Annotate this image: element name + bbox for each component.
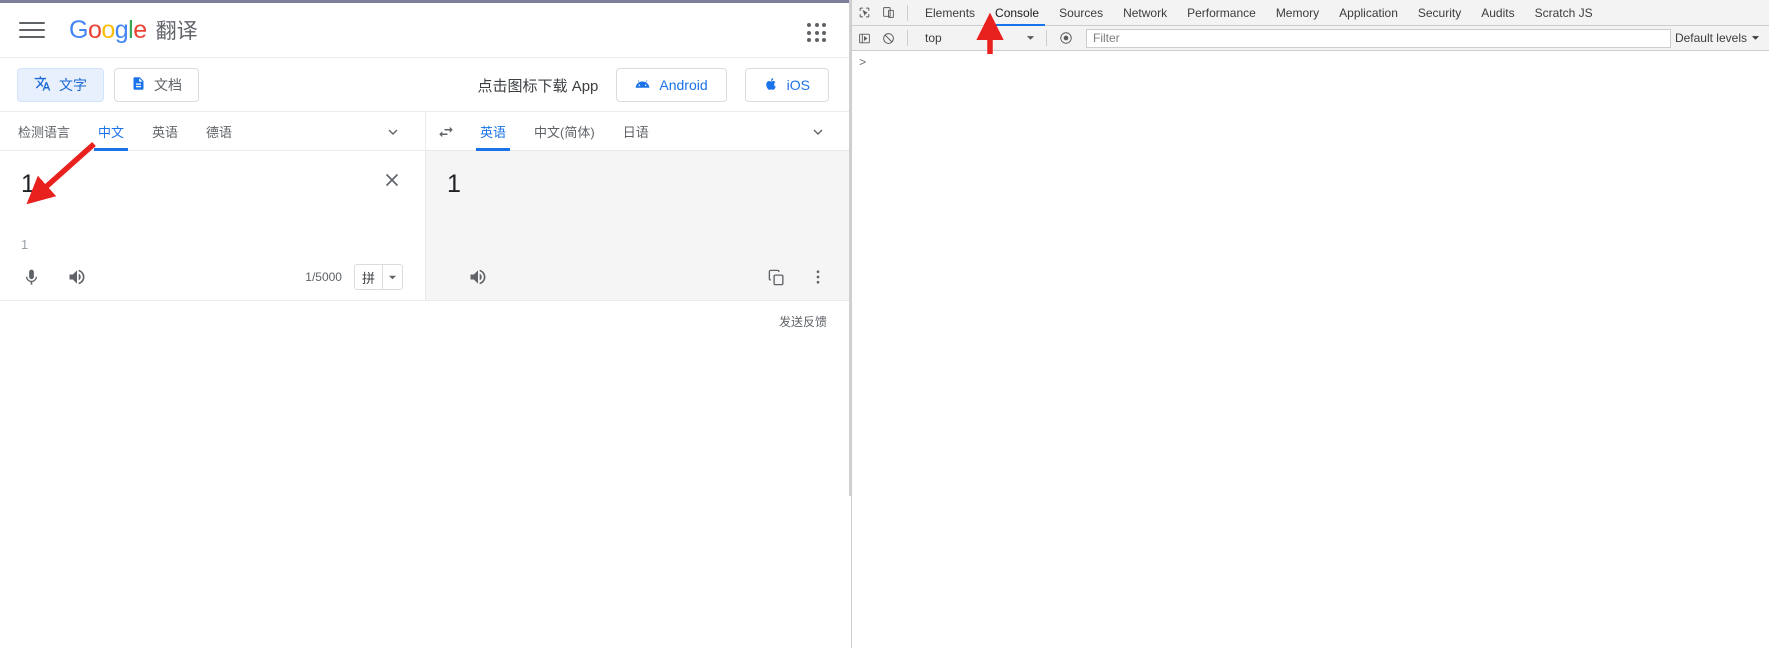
tab-memory[interactable]: Memory <box>1266 0 1329 26</box>
tab-sources[interactable]: Sources <box>1049 0 1113 26</box>
source-tab-english[interactable]: 英语 <box>138 112 192 151</box>
character-counter: 1/5000 <box>305 270 342 284</box>
console-prompt-row[interactable]: > <box>852 54 1769 72</box>
translation-panes: 1 1 1/5000 拼 1 <box>0 151 851 300</box>
language-tabs-bar: 检测语言 中文 英语 德语 英语 中文(简体) 日语 <box>0 111 851 151</box>
hamburger-icon[interactable] <box>19 17 45 43</box>
devtools-tab-bar: Elements Console Sources Network Perform… <box>852 0 1769 26</box>
mode-and-download-row: 文字 文档 点击图标下载 App Android iOS <box>0 59 851 111</box>
close-icon[interactable] <box>381 169 403 191</box>
mode-tab-document[interactable]: 文档 <box>114 68 199 102</box>
microphone-icon[interactable] <box>20 266 42 288</box>
device-toolbar-icon[interactable] <box>876 0 900 26</box>
target-speaker-icon[interactable] <box>467 266 489 288</box>
google-translate-page: Google 翻译 文字 文档 点击图标下载 App Android iOS 检… <box>0 0 851 496</box>
apple-icon <box>764 76 778 95</box>
console-toolbar-divider <box>907 30 908 46</box>
tab-application[interactable]: Application <box>1329 0 1408 26</box>
ios-download-button[interactable]: iOS <box>744 68 829 102</box>
send-feedback-link[interactable]: 发送反馈 <box>779 313 827 330</box>
tab-performance[interactable]: Performance <box>1177 0 1266 26</box>
target-toolbar <box>426 254 851 300</box>
google-translate-logo[interactable]: Google 翻译 <box>69 15 198 45</box>
inspect-element-icon[interactable] <box>852 0 876 26</box>
mode-tab-text[interactable]: 文字 <box>17 68 104 102</box>
toolbar-divider <box>907 4 908 21</box>
logo-letter-e: e <box>133 16 147 44</box>
android-icon <box>635 76 650 95</box>
target-tab-chinese-simplified[interactable]: 中文(简体) <box>520 112 609 151</box>
source-more-languages-chevron-down-icon[interactable] <box>385 124 401 140</box>
feedback-bar: 发送反馈 <box>0 300 851 340</box>
download-app-label: 点击图标下载 App <box>477 77 599 95</box>
source-textarea[interactable]: 1 <box>21 169 35 199</box>
mode-tab-text-label: 文字 <box>59 77 87 93</box>
console-filter-input[interactable]: Filter <box>1086 28 1671 48</box>
more-vertical-icon[interactable] <box>807 266 829 288</box>
logo-letter-g2: g <box>114 16 129 44</box>
source-pane: 1 1 1/5000 拼 <box>0 151 425 300</box>
live-expression-icon[interactable] <box>1054 25 1078 51</box>
copy-icon[interactable] <box>765 266 787 288</box>
swap-languages-icon[interactable] <box>426 123 466 141</box>
execution-context-label: top <box>925 31 942 45</box>
pinyin-toggle-button[interactable]: 拼 <box>353 264 403 290</box>
target-language-tabs: 英语 中文(简体) 日语 <box>425 112 850 151</box>
tab-audits[interactable]: Audits <box>1471 0 1524 26</box>
translate-icon <box>34 75 51 95</box>
source-tab-german[interactable]: 德语 <box>192 112 246 151</box>
ios-download-label: iOS <box>786 77 810 93</box>
execution-context-selector[interactable]: top <box>919 29 1039 48</box>
target-more-languages-chevron-down-icon[interactable] <box>810 124 826 140</box>
source-toolbar: 1/5000 拼 <box>0 254 425 300</box>
tab-network[interactable]: Network <box>1113 0 1177 26</box>
source-language-tabs: 检测语言 中文 英语 德语 <box>0 112 425 151</box>
console-toolbar-divider-2 <box>1046 30 1047 46</box>
translate-header: Google 翻译 <box>0 3 851 58</box>
clear-console-icon[interactable] <box>876 25 900 51</box>
logo-letter-g1: G <box>69 16 88 44</box>
screen: Google 翻译 文字 文档 点击图标下载 App Android iOS 检… <box>0 0 1769 648</box>
console-filter-placeholder: Filter <box>1093 31 1120 45</box>
target-pane: 1 <box>425 151 851 300</box>
source-speaker-icon[interactable] <box>66 266 88 288</box>
logo-letter-o2: o <box>101 16 115 44</box>
pinyin-dropdown-arrow-icon[interactable] <box>382 265 402 289</box>
pinyin-toggle-label: 拼 <box>361 270 375 286</box>
console-prompt-caret: > <box>859 56 867 70</box>
console-toolbar: top Filter Default levels <box>852 26 1769 51</box>
product-name: 翻译 <box>155 20 198 43</box>
mode-tab-document-label: 文档 <box>154 77 182 93</box>
execution-context-dropdown-arrow-icon[interactable] <box>1026 31 1035 45</box>
target-tab-japanese[interactable]: 日语 <box>609 112 663 151</box>
log-levels-label: Default levels <box>1674 31 1747 45</box>
source-tab-detect[interactable]: 检测语言 <box>0 112 84 151</box>
devtools-panel: Elements Console Sources Network Perform… <box>851 0 1769 648</box>
tab-security[interactable]: Security <box>1408 0 1471 26</box>
source-pinyin-hint: 1 <box>21 237 29 252</box>
tab-elements[interactable]: Elements <box>915 0 985 26</box>
page-empty-area <box>0 340 851 496</box>
android-download-button[interactable]: Android <box>616 68 727 102</box>
android-download-label: Android <box>659 77 708 93</box>
google-wordmark: Google <box>69 16 147 45</box>
target-tab-english[interactable]: 英语 <box>466 112 520 151</box>
log-levels-dropdown[interactable]: Default levels <box>1675 31 1760 45</box>
target-actions <box>765 266 829 288</box>
translation-output: 1 <box>447 170 461 198</box>
tab-console[interactable]: Console <box>985 0 1049 26</box>
tab-scratch-js[interactable]: Scratch JS <box>1525 0 1603 26</box>
console-output-area[interactable]: > <box>852 51 1769 648</box>
document-icon <box>131 75 146 95</box>
source-tab-chinese[interactable]: 中文 <box>84 112 138 151</box>
logo-letter-o1: o <box>87 16 102 44</box>
apps-grid-icon[interactable] <box>807 23 827 43</box>
log-levels-dropdown-arrow-icon <box>1751 31 1760 45</box>
execute-snippet-icon[interactable] <box>852 25 876 51</box>
